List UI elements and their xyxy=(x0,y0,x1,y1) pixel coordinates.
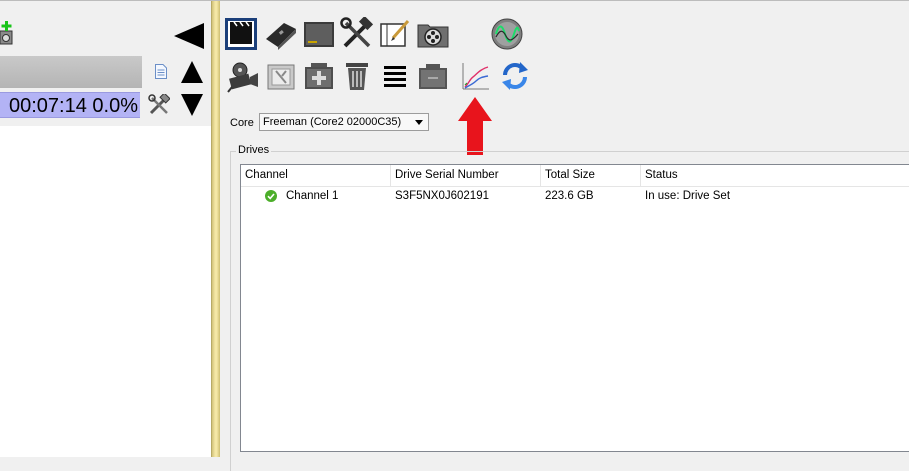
film-reel-icon[interactable] xyxy=(416,17,450,51)
left-panel: 00:07:14 0.0% xyxy=(0,1,211,457)
core-selected-value: Freeman (Core2 02000C35) xyxy=(263,116,402,128)
drives-table: Channel Drive Serial Number Total Size S… xyxy=(240,164,909,452)
move-down-icon[interactable] xyxy=(181,94,203,116)
waveform-icon[interactable] xyxy=(490,17,524,51)
graph-icon[interactable] xyxy=(458,59,492,93)
drives-group-title: Drives xyxy=(236,144,272,156)
refresh-icon[interactable] xyxy=(498,59,532,93)
core-select[interactable]: Freeman (Core2 02000C35) xyxy=(259,113,429,131)
drives-table-header: Channel Drive Serial Number Total Size S… xyxy=(241,165,909,187)
left-top-row xyxy=(0,13,211,53)
collapse-left-icon[interactable] xyxy=(174,23,204,49)
green-check-icon xyxy=(265,190,277,202)
column-header-channel[interactable]: Channel xyxy=(241,165,391,186)
left-time-row: 00:07:14 0.0% xyxy=(0,90,211,122)
drive-case-icon[interactable] xyxy=(416,59,450,93)
panel-splitter[interactable] xyxy=(211,1,220,457)
film-camera-icon[interactable] xyxy=(226,59,260,93)
column-header-serial[interactable]: Drive Serial Number xyxy=(391,165,541,186)
document-icon[interactable] xyxy=(155,64,167,79)
clapper-icon[interactable] xyxy=(224,17,258,51)
core-label: Core xyxy=(230,117,254,129)
tools-icon[interactable] xyxy=(340,17,374,51)
nvr-device-icon[interactable] xyxy=(264,17,298,51)
gray-header-bar xyxy=(0,56,142,88)
left-list-area xyxy=(0,126,211,457)
move-up-icon[interactable] xyxy=(181,61,203,83)
storage-box-icon[interactable] xyxy=(302,17,336,51)
notepad-icon[interactable] xyxy=(378,17,412,51)
cell-size: 223.6 GB xyxy=(545,190,594,202)
cell-status: In use: Drive Set xyxy=(645,190,731,202)
add-camera-icon[interactable] xyxy=(0,21,14,49)
cell-serial: S3F5NX0J602191 xyxy=(395,190,489,202)
chevron-down-icon xyxy=(415,120,423,125)
cell-channel: Channel 1 xyxy=(286,190,339,202)
tools-small-icon[interactable] xyxy=(148,94,170,116)
right-panel: Core Freeman (Core2 02000C35) Drives Cha… xyxy=(220,1,909,471)
drives-group: Drives Channel Drive Serial Number Total… xyxy=(230,144,909,471)
add-drive-icon[interactable] xyxy=(302,59,336,93)
time-display: 00:07:14 0.0% xyxy=(0,92,140,118)
column-header-size[interactable]: Total Size xyxy=(541,165,641,186)
disk-cleanup-icon[interactable] xyxy=(264,59,298,93)
column-header-status[interactable]: Status xyxy=(641,165,909,186)
trash-icon[interactable] xyxy=(340,59,374,93)
list-icon[interactable] xyxy=(378,59,412,93)
left-header-row xyxy=(0,56,211,88)
